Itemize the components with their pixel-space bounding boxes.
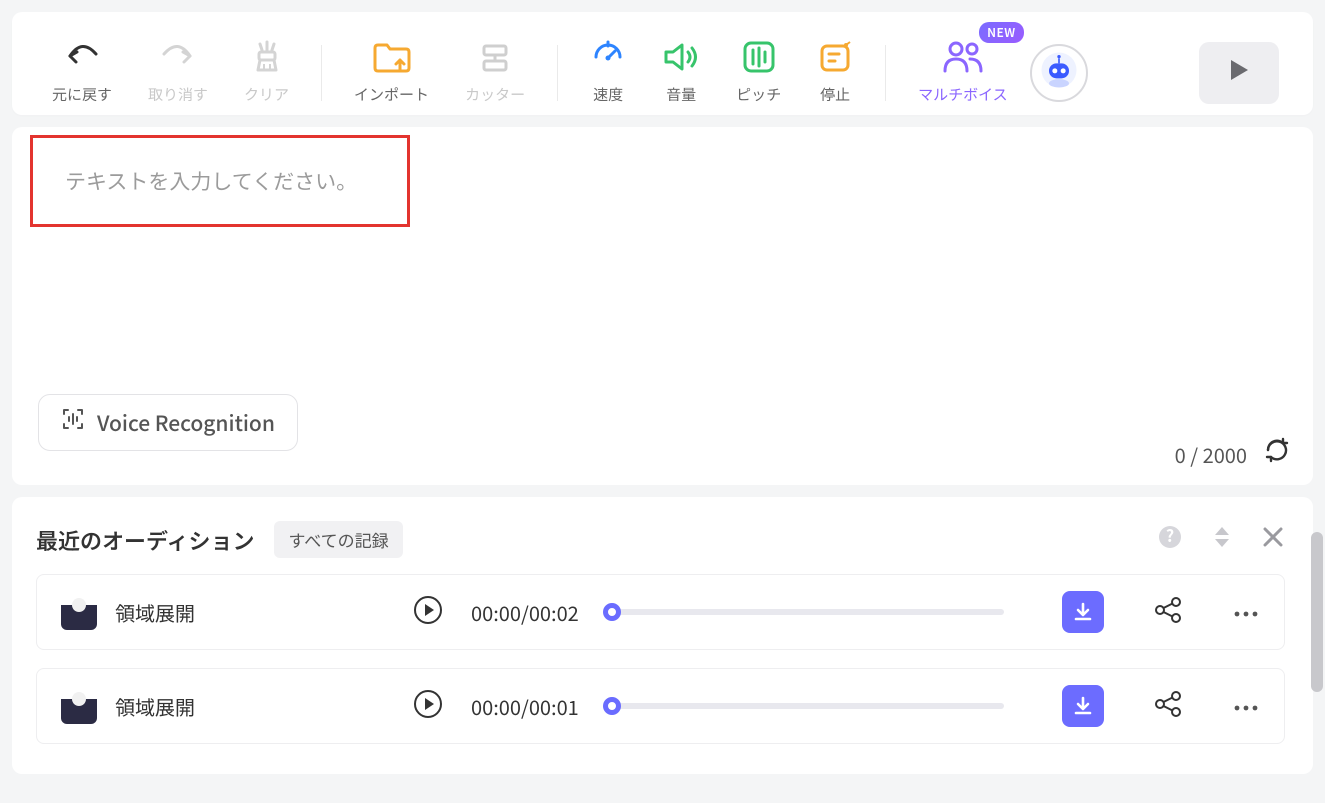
play-button[interactable] [1199,42,1279,104]
auditions-title: 最近のオーディション [36,524,254,556]
multivoice-button[interactable]: NEW マルチボイス [900,40,1026,105]
multivoice-label: マルチボイス [918,84,1008,105]
pitch-icon [741,40,777,74]
share-icon [1154,597,1182,623]
help-button[interactable]: ? [1157,524,1183,555]
more-icon [1232,609,1260,619]
text-input[interactable]: テキストを入力してください。 [30,135,410,227]
svg-text:?: ? [1166,524,1174,547]
more-icon [1232,703,1260,713]
clear-button[interactable]: クリア [226,40,307,105]
progress-slider[interactable] [605,609,1004,615]
more-button[interactable] [1232,600,1260,624]
import-label: インポート [354,84,429,105]
play-icon [1228,58,1250,87]
pause-label: 停止 [820,84,850,105]
speed-label: 速度 [593,84,623,105]
volume-icon [662,40,700,74]
pause-marker-icon [817,40,853,74]
clear-label: クリア [244,84,289,105]
editor-panel: テキストを入力してください。 Voice Recognition 0 / 200… [12,127,1313,485]
new-badge: NEW [979,22,1024,43]
brush-icon [250,40,284,74]
redo-button[interactable]: 取り消す [130,40,226,105]
volume-label: 音量 [666,84,696,105]
pitch-button[interactable]: ピッチ [718,40,799,105]
undo-label: 元に戻す [52,84,112,105]
cutter-icon [478,40,512,74]
download-icon [1072,695,1094,717]
voice-recognition-label: Voice Recognition [97,408,275,438]
download-button[interactable] [1062,591,1104,633]
audition-time: 00:00/00:02 [471,598,579,627]
download-icon [1072,601,1094,623]
import-button[interactable]: インポート [336,40,447,105]
undo-button[interactable]: 元に戻す [34,40,130,105]
audition-name: 領域展開 [115,598,235,627]
pause-button[interactable]: 停止 [799,40,871,105]
speed-icon [590,40,626,74]
row-play-button[interactable] [413,689,443,724]
refresh-icon [1263,436,1291,464]
char-counter: 0 / 2000 [1175,440,1247,469]
redo-icon [160,40,196,74]
divider [885,45,886,101]
cutter-label: カッター [465,84,525,105]
voice-avatar-button[interactable] [1030,44,1088,102]
undo-icon [64,40,100,74]
download-button[interactable] [1062,685,1104,727]
audition-name: 領域展開 [115,692,235,721]
close-icon [1261,525,1285,549]
multi-voice-icon [940,40,986,74]
divider [557,45,558,101]
share-icon [1154,691,1182,717]
close-button[interactable] [1261,525,1285,554]
row-avatar-icon [61,688,97,724]
help-icon: ? [1157,524,1183,550]
voice-recognition-icon [61,407,85,438]
text-input-placeholder: テキストを入力してください。 [65,166,357,196]
audition-row: 領域展開 00:00/00:02 [36,574,1285,650]
pitch-label: ピッチ [736,84,781,105]
toolbar: 元に戻す 取り消す クリア インポート カッター [12,12,1313,115]
cutter-button[interactable]: カッター [447,40,543,105]
share-button[interactable] [1154,691,1182,722]
refresh-button[interactable] [1263,436,1291,469]
voice-recognition-button[interactable]: Voice Recognition [38,394,298,451]
folder-import-icon [372,40,412,74]
scrollbar[interactable] [1311,532,1323,692]
more-button[interactable] [1232,694,1260,718]
audition-row: 領域展開 00:00/00:01 [36,668,1285,744]
progress-slider[interactable] [605,703,1004,709]
redo-label: 取り消す [148,84,208,105]
all-records-chip[interactable]: すべての記録 [274,521,402,558]
divider [321,45,322,101]
volume-button[interactable]: 音量 [644,40,718,105]
sort-button[interactable] [1211,525,1233,554]
audition-time: 00:00/00:01 [471,692,579,721]
auditions-panel: 最近のオーディション すべての記録 ? 領域展開 00:00/00:02 [12,497,1313,774]
robot-avatar-icon [1039,50,1079,95]
play-circle-icon [413,595,443,625]
share-button[interactable] [1154,597,1182,628]
play-circle-icon [413,689,443,719]
row-play-button[interactable] [413,595,443,630]
sort-icon [1211,525,1233,549]
row-avatar-icon [61,594,97,630]
speed-button[interactable]: 速度 [572,40,644,105]
auditions-header: 最近のオーディション すべての記録 ? [36,521,1285,558]
